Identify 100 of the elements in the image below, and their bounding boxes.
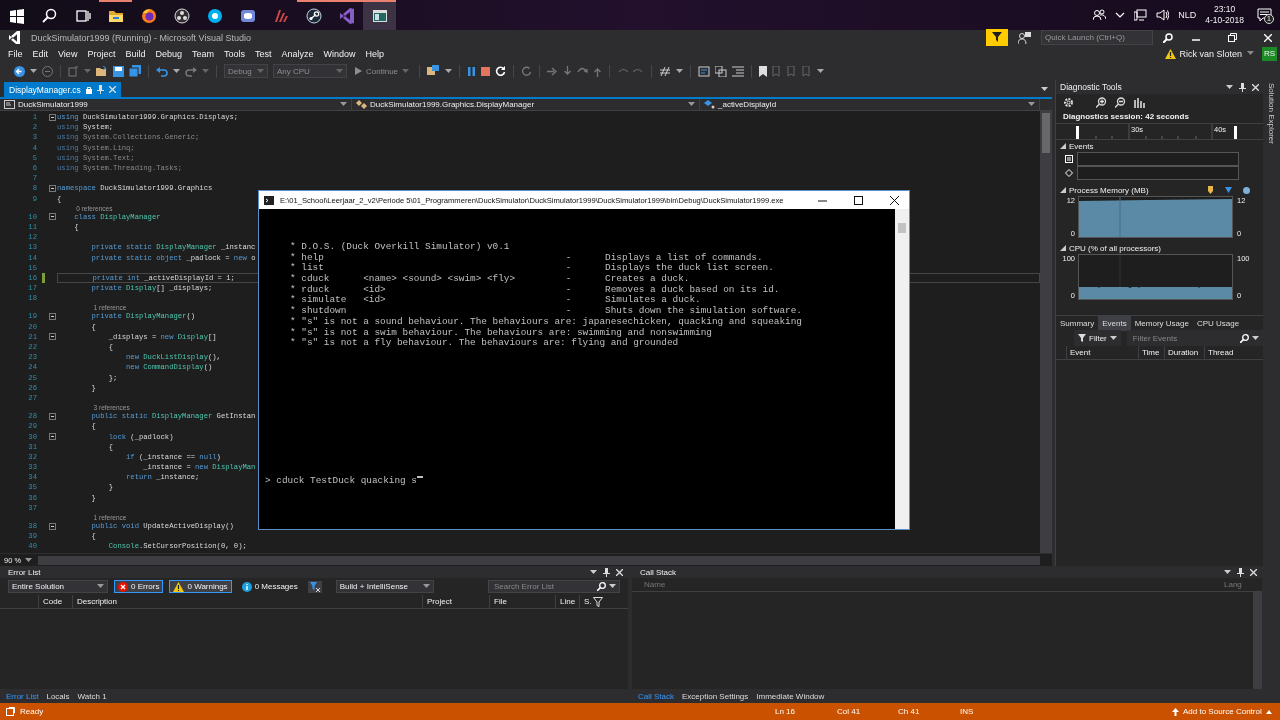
- step-into-icon[interactable]: [563, 65, 573, 77]
- section-toggle[interactable]: [1060, 245, 1066, 251]
- account-name[interactable]: Rick van Sloten: [1179, 48, 1242, 59]
- caret-icon[interactable]: [25, 557, 33, 563]
- caret-icon[interactable]: [590, 569, 597, 575]
- stack-frame-icon[interactable]: [715, 65, 728, 77]
- avatar[interactable]: RS: [1262, 46, 1277, 61]
- menu-item[interactable]: Window: [318, 48, 361, 59]
- column-header[interactable]: Duration: [1164, 345, 1204, 360]
- filter-toggle[interactable]: 0 Messages: [237, 580, 302, 593]
- process-icon[interactable]: [427, 65, 441, 77]
- horizontal-scrollbar[interactable]: [38, 555, 1040, 565]
- funnel-icon[interactable]: [593, 596, 603, 607]
- caret-icon[interactable]: [30, 68, 37, 74]
- close-icon[interactable]: [1252, 83, 1259, 91]
- pause-icon[interactable]: [467, 66, 477, 76]
- save-all-icon[interactable]: [129, 65, 141, 77]
- filter-dropdown[interactable]: Filter: [1074, 330, 1121, 346]
- caret-icon[interactable]: [676, 68, 684, 74]
- people-icon[interactable]: [1093, 9, 1107, 21]
- hexadecimal-icon[interactable]: [659, 65, 672, 77]
- menu-item[interactable]: View: [53, 48, 83, 59]
- caret-icon[interactable]: [688, 102, 695, 107]
- bar-chart-icon[interactable]: [1134, 96, 1145, 108]
- search-icon[interactable]: [597, 582, 606, 591]
- section-toggle[interactable]: [1060, 187, 1066, 193]
- column-header[interactable]: Name: [644, 580, 1224, 589]
- collapse-icon[interactable]: [49, 522, 56, 530]
- collapse-icon[interactable]: [49, 184, 56, 192]
- build-filter-button[interactable]: [307, 580, 322, 593]
- menu-item[interactable]: Team: [186, 48, 219, 59]
- caret-icon[interactable]: [422, 584, 430, 589]
- collapse-icon[interactable]: [49, 213, 56, 221]
- menu-item[interactable]: Edit: [27, 48, 54, 59]
- filter-events-field[interactable]: Filter Events: [1126, 330, 1263, 346]
- collapse-icon[interactable]: [49, 433, 56, 441]
- step-out-icon[interactable]: [593, 65, 603, 77]
- clock-date[interactable]: 4-10-2018: [1205, 15, 1244, 26]
- caret-icon[interactable]: [1252, 335, 1259, 341]
- caret-icon[interactable]: [1224, 569, 1231, 575]
- menu-item[interactable]: Analyze: [276, 48, 319, 59]
- caret-icon[interactable]: [445, 68, 453, 74]
- show-next-statement-icon[interactable]: [547, 66, 559, 76]
- redo-icon[interactable]: [185, 65, 197, 77]
- menu-item[interactable]: Build: [120, 48, 151, 59]
- vertical-scrollbar[interactable]: [1253, 592, 1262, 689]
- collapse-icon[interactable]: [49, 412, 56, 420]
- column-header[interactable]: Line: [555, 594, 579, 609]
- caret-icon[interactable]: [1247, 51, 1254, 56]
- column-header[interactable]: S.: [579, 594, 593, 609]
- panel-tab[interactable]: Summary: [1056, 315, 1099, 331]
- undo-icon[interactable]: [156, 65, 168, 77]
- feedback-icon[interactable]: [1018, 31, 1031, 44]
- filter-toggle[interactable]: 0 Errors: [114, 580, 164, 593]
- command-input[interactable]: cduck TestDuck quacking s: [276, 476, 417, 487]
- menu-item[interactable]: File: [3, 48, 28, 59]
- caret-icon[interactable]: [817, 68, 825, 74]
- zoom-in-icon[interactable]: [1096, 96, 1107, 108]
- restart-icon[interactable]: [495, 65, 507, 77]
- menu-item[interactable]: Debug: [150, 48, 187, 59]
- save-icon[interactable]: [113, 65, 124, 77]
- caret-icon[interactable]: [609, 584, 616, 589]
- pin-icon[interactable]: [1239, 82, 1246, 92]
- panel-tab[interactable]: Exception Settings: [682, 691, 749, 701]
- chevron-icon[interactable]: [1115, 12, 1126, 18]
- source-dropdown[interactable]: Build + IntelliSense: [335, 580, 434, 593]
- section-toggle[interactable]: [1060, 143, 1066, 149]
- menu-item[interactable]: Tools: [218, 48, 250, 59]
- thread-icon[interactable]: [698, 65, 711, 77]
- menu-item[interactable]: Help: [360, 48, 390, 59]
- search-icon[interactable]: [1240, 333, 1249, 343]
- vertical-scrollbar[interactable]: [895, 209, 909, 529]
- indent-icon[interactable]: [732, 65, 745, 77]
- caret-icon[interactable]: [1041, 87, 1048, 92]
- column-header[interactable]: Event: [1066, 345, 1138, 360]
- panel-tab[interactable]: Memory Usage: [1130, 315, 1193, 331]
- pin-icon[interactable]: [1237, 567, 1244, 577]
- pin-icon[interactable]: [603, 567, 610, 577]
- collapse-icon[interactable]: [49, 312, 56, 320]
- column-header[interactable]: Thread: [1204, 345, 1242, 360]
- window-icon[interactable]: [363, 0, 396, 30]
- search-icon[interactable]: [1163, 32, 1173, 43]
- notification-icon[interactable]: [1256, 8, 1272, 22]
- input-language[interactable]: NLD: [1178, 10, 1197, 20]
- column-header[interactable]: Project: [422, 594, 489, 609]
- navigation-dropdown[interactable]: _activeDisplayId: [700, 98, 1040, 111]
- collapse-icon[interactable]: [49, 333, 56, 341]
- network-icon[interactable]: [1134, 9, 1148, 21]
- panel-tab[interactable]: Events: [1098, 315, 1131, 331]
- column-header[interactable]: Description: [72, 594, 422, 609]
- caret-icon[interactable]: [340, 102, 347, 107]
- caret-icon[interactable]: [1226, 84, 1233, 90]
- settings-icon[interactable]: [1063, 96, 1074, 108]
- panel-tab[interactable]: Watch 1: [77, 691, 107, 701]
- back-icon[interactable]: [14, 65, 25, 77]
- column-header[interactable]: File: [489, 594, 555, 609]
- search-error-list-input[interactable]: Search Error List: [492, 581, 594, 592]
- filter-toggle[interactable]: 0 Warnings: [169, 580, 232, 593]
- quick-launch-field[interactable]: Quick Launch (Ctrl+Q): [1041, 30, 1153, 45]
- source-control-button[interactable]: Add to Source Control: [1172, 707, 1272, 716]
